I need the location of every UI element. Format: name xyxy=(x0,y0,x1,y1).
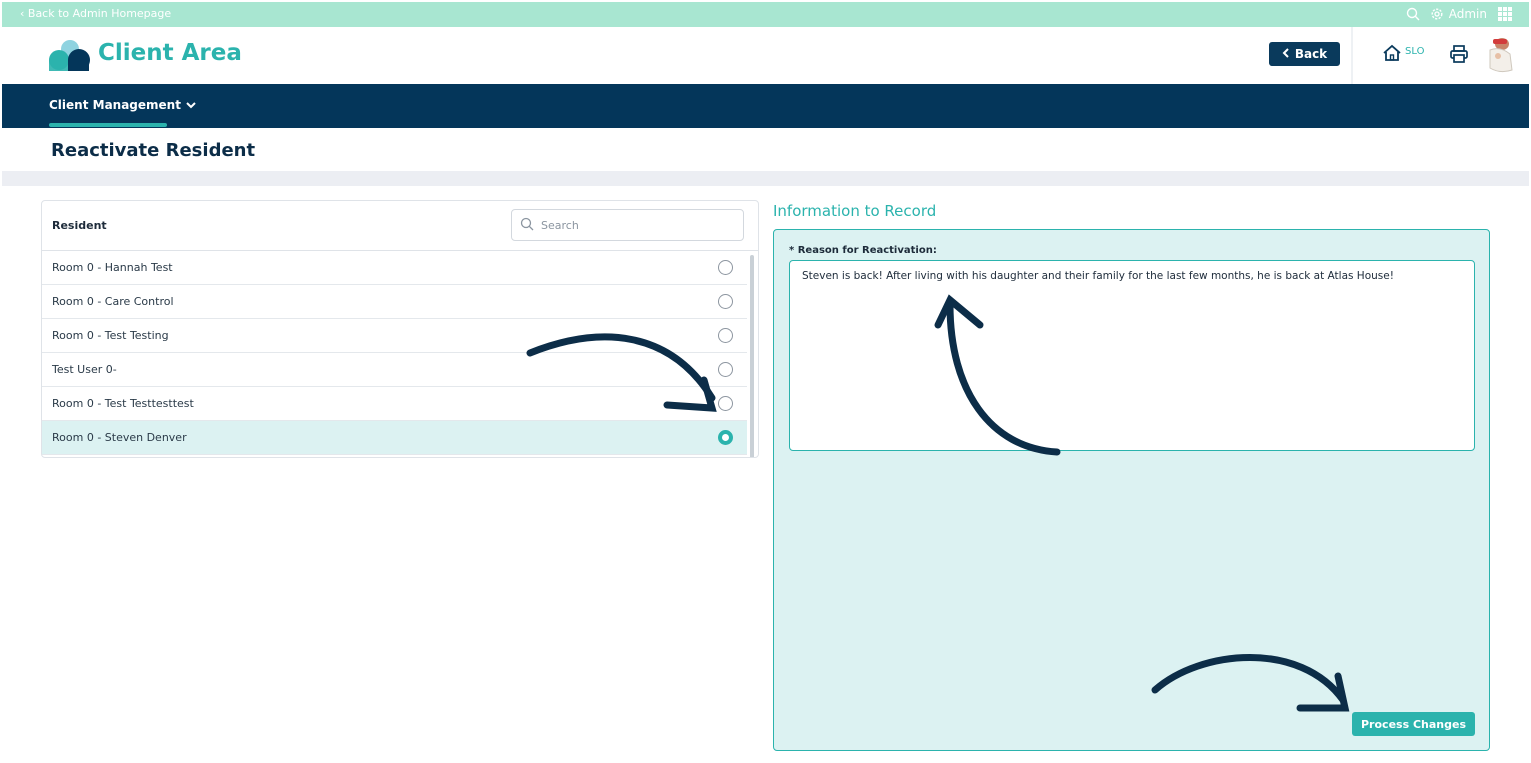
header-divider xyxy=(1351,27,1353,84)
resident-radio[interactable] xyxy=(718,328,733,343)
list-item-selected[interactable]: Room 0 - Steven Denver xyxy=(42,421,747,455)
home-location[interactable]: SLO xyxy=(1382,44,1424,66)
resident-list-panel: Resident Room 0 - Hannah Test Room 0 - C… xyxy=(41,200,759,458)
list-item[interactable]: Room 0 - Care Control xyxy=(42,285,747,319)
reason-textarea[interactable]: Steven is back! After living with his da… xyxy=(789,260,1475,451)
top-utility-actions: Admin xyxy=(1406,6,1513,22)
resident-radio[interactable] xyxy=(718,260,733,275)
resident-list-header: Resident xyxy=(42,201,758,251)
resident-search[interactable] xyxy=(511,209,744,241)
info-panel: * Reason for Reactivation: Steven is bac… xyxy=(773,229,1490,751)
nav-item-client-management[interactable]: Client Management xyxy=(49,98,196,112)
apps-grid-icon[interactable] xyxy=(1497,6,1513,22)
resident-radio[interactable] xyxy=(718,362,733,377)
nav-item-label: Client Management xyxy=(49,98,181,112)
brand-title: Client Area xyxy=(98,40,242,66)
resident-name: Test User 0- xyxy=(52,363,117,376)
search-icon xyxy=(520,216,534,235)
resident-column-header: Resident xyxy=(52,219,107,232)
resident-radio-selected[interactable] xyxy=(718,430,733,445)
resident-name: Room 0 - Steven Denver xyxy=(52,431,187,444)
resident-name: Room 0 - Hannah Test xyxy=(52,261,173,274)
admin-label: Admin xyxy=(1448,7,1487,21)
top-utility-bar: ‹ Back to Admin Homepage Admin xyxy=(2,2,1529,27)
back-button[interactable]: Back xyxy=(1269,42,1340,66)
resident-radio[interactable] xyxy=(718,396,733,411)
list-item[interactable]: Test User 0- xyxy=(42,353,747,387)
list-scrollbar[interactable] xyxy=(750,255,754,457)
back-button-label: Back xyxy=(1294,47,1328,61)
main-nav-bar: Client Management xyxy=(2,84,1529,128)
reason-field-label: * Reason for Reactivation: xyxy=(789,245,937,256)
page-title: Reactivate Resident xyxy=(51,140,256,161)
back-to-admin-link[interactable]: ‹ Back to Admin Homepage xyxy=(20,7,171,20)
resident-name: Room 0 - Test Testtesttest xyxy=(52,397,194,410)
info-section-title: Information to Record xyxy=(773,202,937,220)
page-title-bar: Reactivate Resident xyxy=(2,128,1529,171)
gear-icon xyxy=(1430,7,1444,21)
home-icon xyxy=(1382,44,1402,66)
section-divider xyxy=(2,171,1529,186)
process-changes-button[interactable]: Process Changes xyxy=(1352,712,1475,736)
resident-radio[interactable] xyxy=(718,294,733,309)
admin-menu[interactable]: Admin xyxy=(1430,7,1487,21)
avatar[interactable] xyxy=(1484,36,1516,74)
chevron-left-icon xyxy=(1282,47,1289,61)
search-input[interactable] xyxy=(541,218,721,232)
list-item[interactable]: Room 0 - Test Testing xyxy=(42,319,747,353)
resident-name: Room 0 - Care Control xyxy=(52,295,174,308)
active-nav-indicator xyxy=(49,123,167,127)
app-header: Client Area Back SLO xyxy=(2,27,1529,84)
chevron-down-icon xyxy=(186,98,196,112)
logo-icon xyxy=(48,38,94,72)
resident-name: Room 0 - Test Testing xyxy=(52,329,169,342)
home-location-label: SLO xyxy=(1405,46,1425,57)
list-item[interactable]: Room 0 - Hannah Test xyxy=(42,251,747,285)
print-icon[interactable] xyxy=(1449,44,1469,68)
search-icon[interactable] xyxy=(1406,7,1420,21)
list-item[interactable]: Room 0 - Test Testtesttest xyxy=(42,387,747,421)
